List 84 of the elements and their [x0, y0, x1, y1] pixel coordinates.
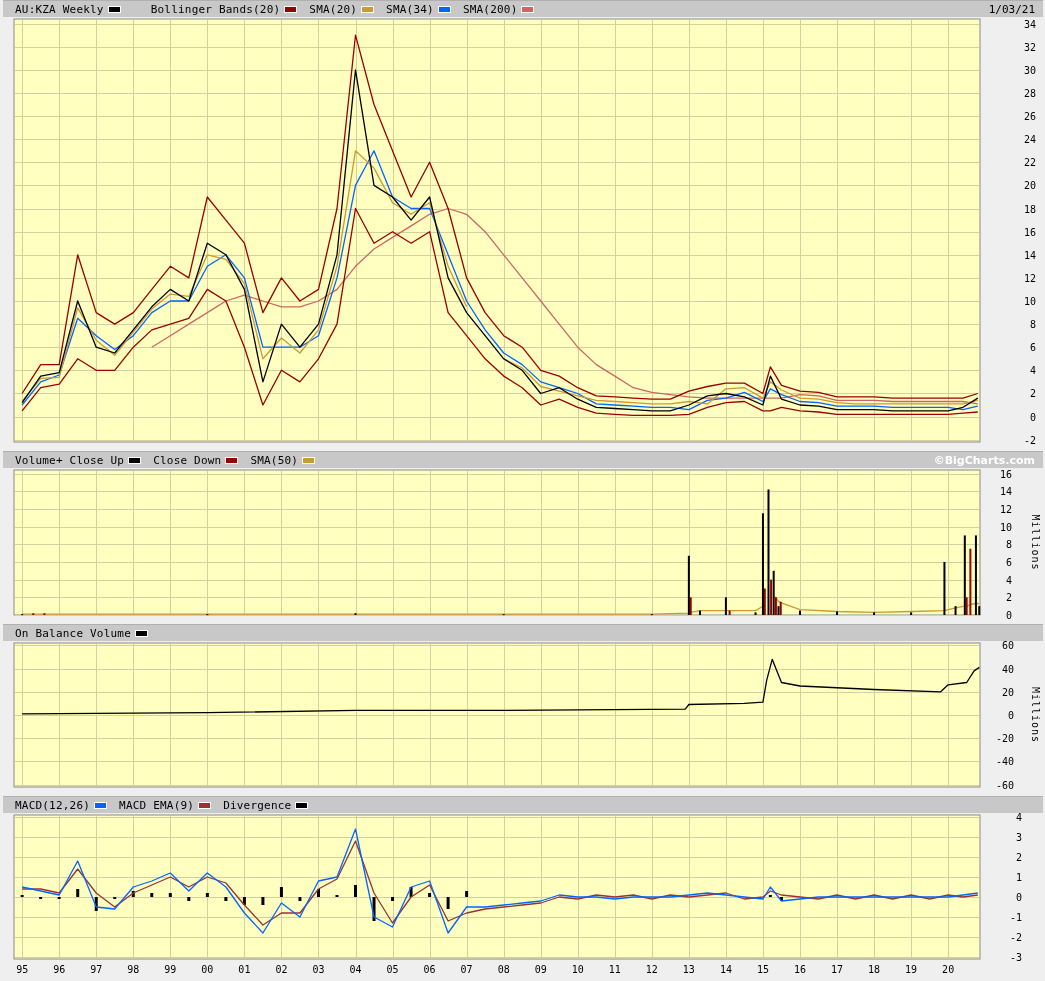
axis-unit-label: Millions — [1030, 686, 1041, 744]
y-axis-label: -1 — [1009, 912, 1022, 923]
y-axis-label: 0 — [1029, 411, 1036, 423]
x-axis-label: 18 — [868, 964, 881, 975]
y-axis-label: -60 — [995, 779, 1014, 791]
axis-unit-label: Millions — [1030, 514, 1041, 571]
legend-label: SMA(34) — [386, 2, 434, 16]
y-axis-label: 34 — [1023, 18, 1036, 30]
x-axis-label: 08 — [497, 964, 510, 975]
y-axis-label: 0 — [1005, 610, 1012, 619]
y-axis-label: 8 — [1029, 319, 1036, 331]
y-axis-label: 26 — [1023, 111, 1036, 123]
x-axis-label: 04 — [349, 964, 362, 975]
y-axis-label: 22 — [1023, 157, 1036, 169]
legend-label: On Balance Volume — [15, 626, 131, 640]
x-axis-label: 03 — [312, 964, 325, 975]
y-axis-label: 16 — [1023, 226, 1036, 238]
x-axis-label: 19 — [905, 964, 918, 975]
legend-label: MACD EMA(9) — [119, 798, 195, 812]
y-axis-label: -2 — [1023, 434, 1036, 446]
x-axis-label: 97 — [90, 964, 103, 975]
legend-label: SMA(50) — [250, 453, 299, 467]
y-axis-label: 60 — [1001, 641, 1014, 652]
y-axis-label: 12 — [999, 503, 1012, 515]
y-axis-label: 6 — [1029, 342, 1036, 354]
x-axis-label: 16 — [793, 964, 806, 975]
y-axis-label: 8 — [1005, 539, 1012, 551]
x-axis-label: 02 — [275, 964, 288, 975]
y-axis-label: 2 — [1015, 852, 1022, 863]
x-axis-label: 06 — [423, 964, 436, 975]
y-axis-label: 20 — [1001, 686, 1014, 698]
x-axis-label: 07 — [460, 964, 473, 975]
x-axis-label: 99 — [164, 964, 177, 975]
y-axis-label: 14 — [999, 486, 1012, 498]
y-axis-label: 10 — [1023, 296, 1036, 307]
legend-label: Volume+ Close Up — [15, 453, 125, 467]
y-axis-label: 24 — [1023, 134, 1036, 146]
y-axis-label: 32 — [1023, 41, 1036, 53]
y-axis-label: 6 — [1005, 556, 1012, 568]
x-axis-label: 13 — [682, 964, 695, 975]
x-axis-label: 05 — [386, 964, 399, 975]
y-axis-label: 0 — [1015, 892, 1022, 903]
legend-label: AU:KZA Weekly — [15, 2, 104, 16]
y-axis-label: 40 — [1001, 663, 1014, 675]
x-axis-label: 00 — [201, 964, 214, 975]
y-axis-label: -2 — [1009, 932, 1022, 943]
y-axis-label: 16 — [999, 468, 1012, 480]
y-axis-label: 4 — [1015, 813, 1022, 823]
legend-label: Bollinger Bands(20) — [150, 2, 281, 16]
x-axis-label: 96 — [53, 964, 66, 975]
legend-label: MACD(12,26) — [15, 798, 91, 812]
y-axis-label: -20 — [995, 733, 1014, 745]
y-axis-label: 4 — [1005, 574, 1012, 586]
x-axis-label: 01 — [238, 964, 251, 975]
x-axis-label: 15 — [756, 964, 769, 975]
y-axis-label: -40 — [995, 756, 1014, 768]
y-axis-label: 12 — [1023, 272, 1036, 284]
x-axis-label: 11 — [608, 964, 621, 975]
y-axis-label: 4 — [1029, 365, 1036, 377]
x-axis-label: 20 — [942, 964, 955, 975]
x-axis-label: 14 — [719, 964, 732, 975]
date-label: 1/03/21 — [988, 2, 1035, 16]
x-axis-label: 12 — [645, 964, 658, 975]
legend-label: Divergence — [223, 798, 292, 812]
y-axis-label: 14 — [1023, 249, 1036, 261]
x-axis-label: 10 — [571, 964, 584, 975]
x-axis-label: 95 — [16, 964, 29, 975]
legend-label: SMA(200) — [462, 2, 518, 16]
y-axis-label: 18 — [1023, 203, 1036, 215]
y-axis-label: 2 — [1029, 388, 1036, 400]
x-axis-label: 09 — [534, 964, 547, 975]
x-axis-label: 17 — [831, 964, 844, 975]
legend-label: Close Down — [153, 453, 222, 467]
y-axis-label: 2 — [1005, 592, 1012, 604]
y-axis-label: 0 — [1007, 710, 1014, 721]
y-axis-label: 10 — [999, 521, 1012, 533]
y-axis-label: -3 — [1009, 952, 1022, 963]
y-axis-label: 20 — [1023, 180, 1036, 192]
y-axis-label: 1 — [1015, 872, 1022, 883]
x-axis-label: 98 — [127, 964, 140, 975]
legend-label: SMA(20) — [309, 2, 358, 16]
y-axis-label: 28 — [1023, 87, 1036, 99]
y-axis-label: 30 — [1023, 64, 1036, 76]
y-axis-label: 3 — [1015, 832, 1022, 843]
